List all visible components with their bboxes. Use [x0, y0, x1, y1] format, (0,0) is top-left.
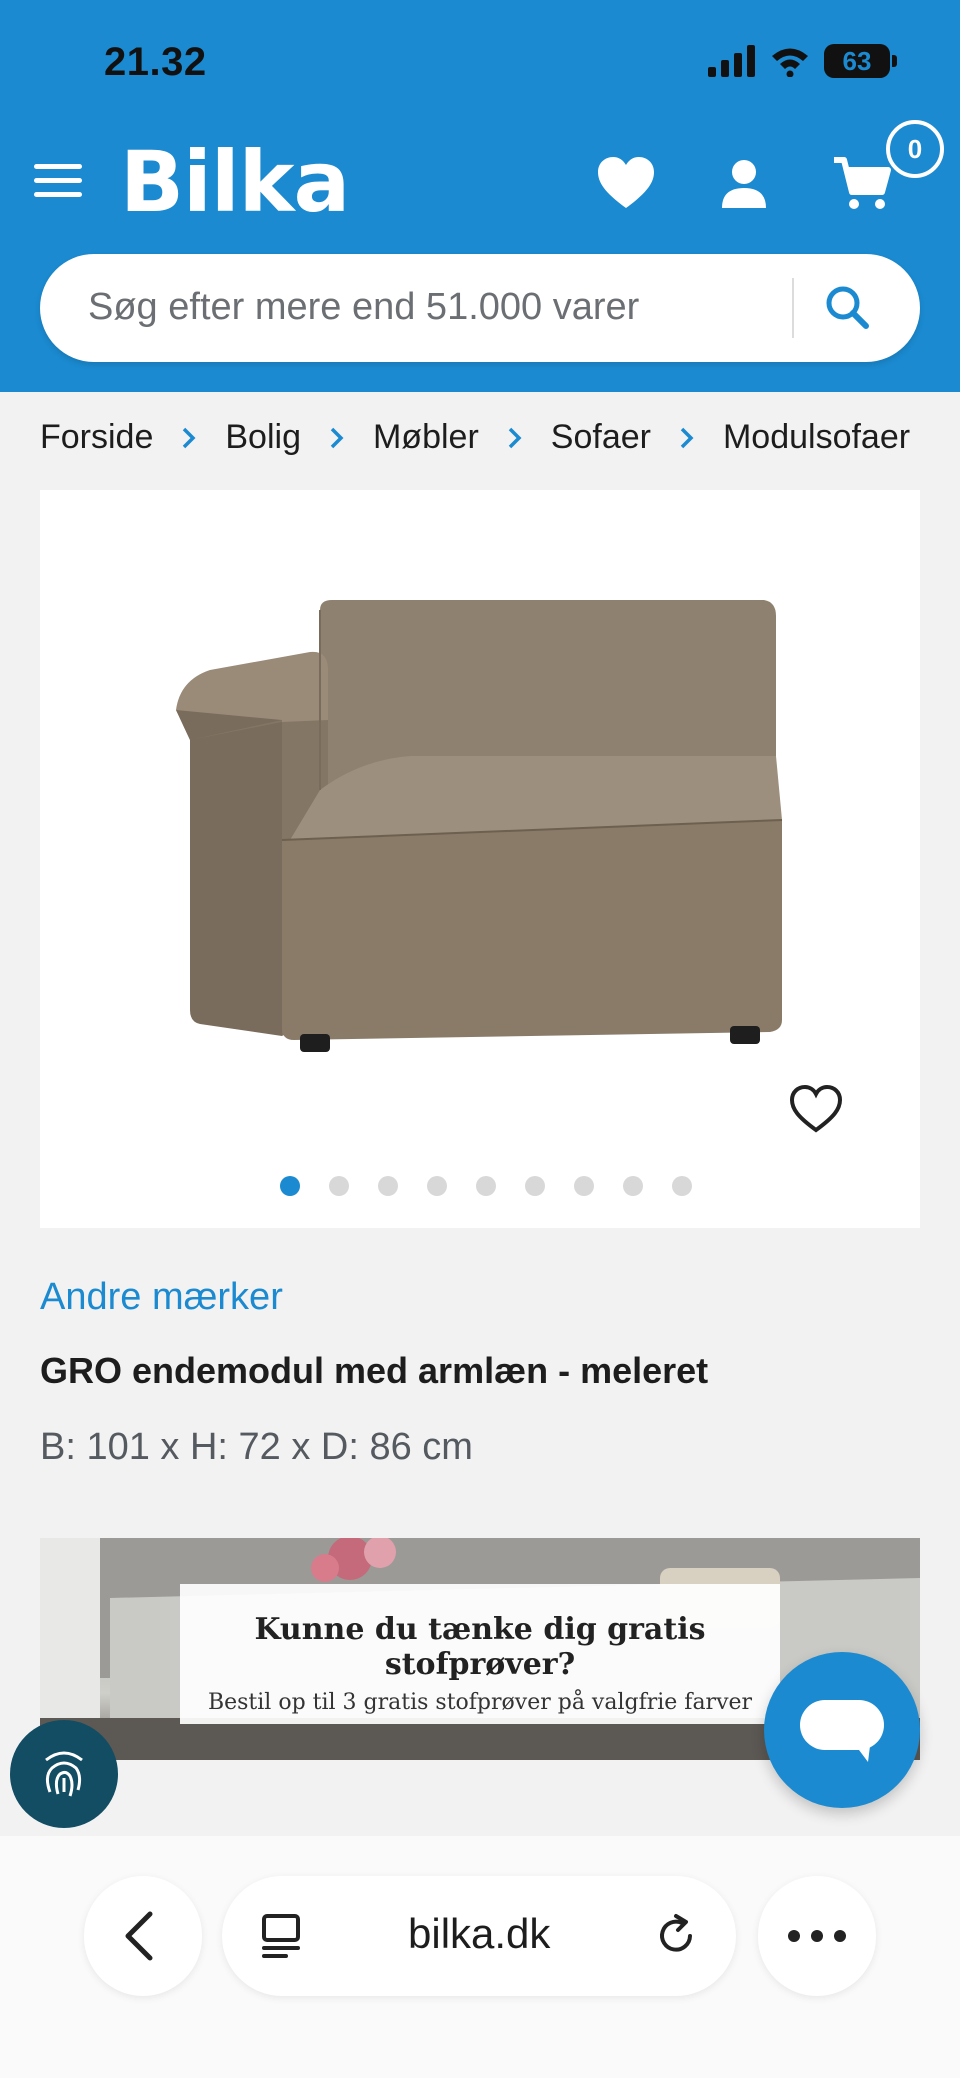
cart-count-badge: 0: [886, 120, 944, 178]
favorite-icon[interactable]: [788, 1082, 844, 1138]
back-icon: [125, 1911, 153, 1961]
address-bar[interactable]: bilka.dk: [222, 1876, 736, 1996]
chevron-right-icon: [680, 427, 694, 448]
carousel-dot[interactable]: [427, 1176, 447, 1196]
carousel-dot[interactable]: [623, 1176, 643, 1196]
search-input[interactable]: Søg efter mere end 51.000 varer: [88, 286, 639, 329]
signal-icon: [708, 45, 755, 77]
breadcrumb-forside[interactable]: Forside: [40, 418, 153, 457]
product-dimensions: B: 101 x H: 72 x D: 86 cm: [40, 1426, 473, 1468]
banner-text-box: Kunne du tænke dig gratis stofprøver? Be…: [180, 1584, 780, 1724]
carousel-dot[interactable]: [329, 1176, 349, 1196]
carousel-dot[interactable]: [574, 1176, 594, 1196]
status-time: 21.32: [104, 40, 207, 84]
product-image-carousel[interactable]: [40, 490, 920, 1228]
cart-icon[interactable]: [830, 152, 894, 216]
carousel-dots: [280, 1176, 692, 1196]
tabs-icon[interactable]: [252, 1906, 312, 1966]
user-icon[interactable]: [712, 152, 776, 216]
menu-icon: [34, 164, 82, 169]
more-button[interactable]: [758, 1876, 876, 1996]
menu-button[interactable]: [34, 164, 82, 204]
back-button[interactable]: [84, 1876, 202, 1996]
chevron-right-icon: [508, 427, 522, 448]
breadcrumb-modulsofaer[interactable]: Modulsofaer: [723, 418, 910, 457]
more-icon: [788, 1930, 846, 1942]
breadcrumb-bolig[interactable]: Bolig: [225, 418, 301, 457]
chevron-right-icon: [183, 427, 196, 448]
banner-subheading: Bestil op til 3 gratis stofprøver på val…: [207, 1690, 753, 1715]
browser-toolbar: bilka.dk: [0, 1836, 960, 2078]
header: 21.32 63 Bilka 0 Søg efter mere end 51.0…: [0, 0, 960, 392]
product-image-sofa: [176, 600, 783, 1052]
breadcrumb-mobler[interactable]: Møbler: [373, 418, 479, 457]
fingerprint-button[interactable]: [10, 1720, 118, 1828]
carousel-dot[interactable]: [280, 1176, 300, 1196]
search-bar[interactable]: Søg efter mere end 51.000 varer: [40, 254, 920, 362]
heart-icon[interactable]: [594, 152, 658, 216]
search-icon[interactable]: [820, 280, 876, 336]
chevron-right-icon: [330, 427, 344, 448]
reload-icon[interactable]: [646, 1906, 706, 1966]
chat-icon: [800, 1700, 884, 1762]
breadcrumb: Forside Bolig Møbler Sofaer Modulsofaer: [40, 418, 910, 457]
carousel-dot[interactable]: [525, 1176, 545, 1196]
search-divider: [792, 278, 794, 338]
product-brand-link[interactable]: Andre mærker: [40, 1276, 283, 1319]
banner-heading: Kunne du tænke dig gratis stofprøver?: [254, 1612, 706, 1682]
app: 21.32 63 Bilka 0 Søg efter mere end 51.0…: [0, 0, 960, 2078]
url-text[interactable]: bilka.dk: [408, 1910, 550, 1958]
chat-button[interactable]: [764, 1652, 920, 1808]
battery-indicator: 63: [824, 44, 897, 78]
wifi-icon: [772, 48, 808, 77]
status-icons: 63: [708, 44, 897, 78]
carousel-dot[interactable]: [476, 1176, 496, 1196]
product-title: GRO endemodul med armlæn - meleret: [40, 1350, 709, 1391]
carousel-dot[interactable]: [672, 1176, 692, 1196]
bilka-logo[interactable]: Bilka: [120, 134, 350, 230]
carousel-dot[interactable]: [378, 1176, 398, 1196]
breadcrumb-sofaer[interactable]: Sofaer: [551, 418, 651, 457]
fingerprint-icon: [45, 1751, 83, 1797]
